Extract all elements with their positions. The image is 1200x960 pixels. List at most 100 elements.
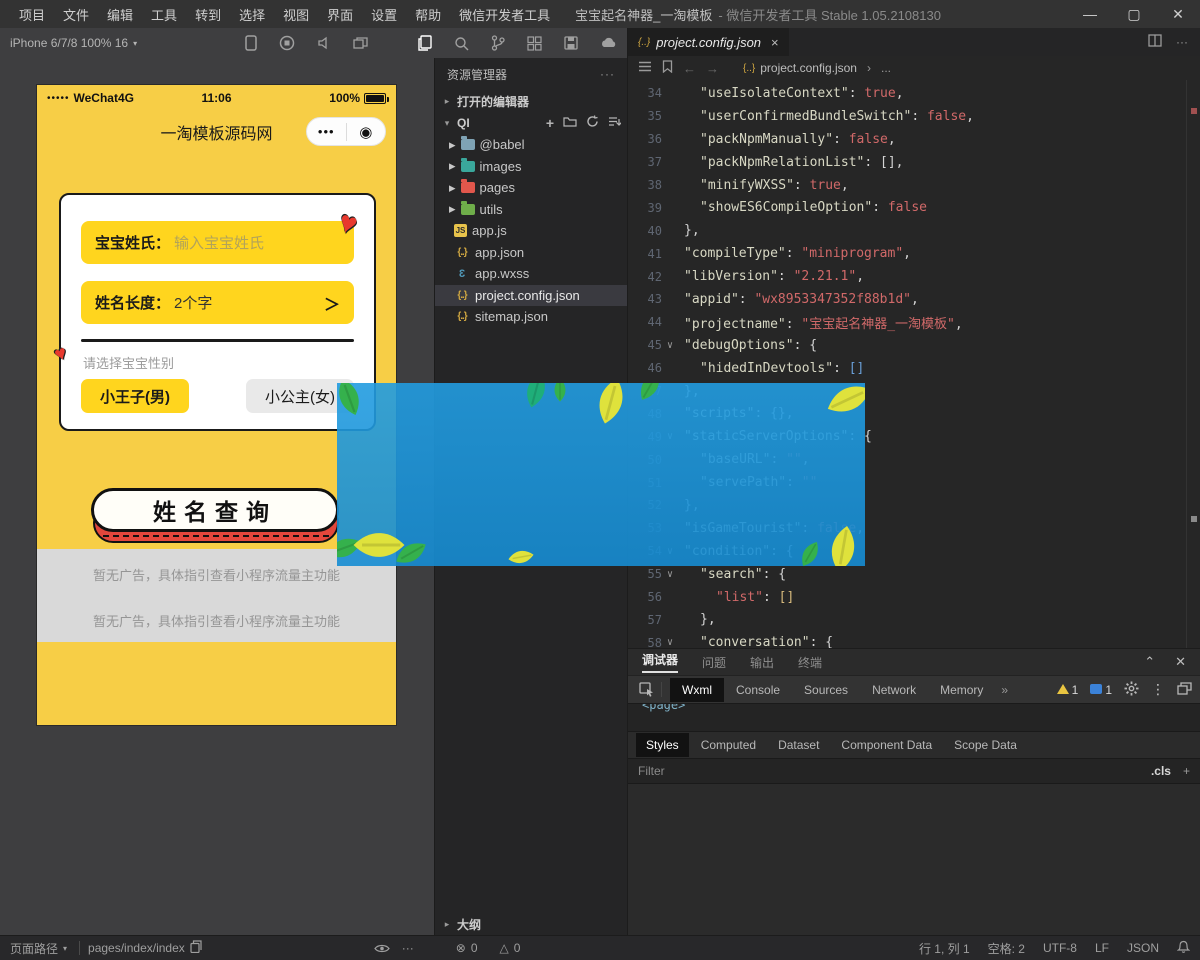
encoding[interactable]: UTF-8 (1043, 941, 1077, 955)
inspect-element-icon[interactable] (636, 682, 662, 697)
save-icon[interactable] (564, 36, 578, 50)
fold-icon[interactable]: ∨ (662, 340, 678, 351)
tree-item-@babel[interactable]: ▸@babel (435, 134, 627, 156)
debugger-tab-终端[interactable]: 终端 (798, 654, 822, 671)
multi-window-icon[interactable] (353, 37, 368, 50)
tree-item-app.json[interactable]: {..}app.json (435, 242, 627, 264)
indent-setting[interactable]: 空格: 2 (988, 940, 1025, 957)
minimize-button[interactable]: — (1068, 0, 1112, 28)
breadcrumb-file[interactable]: {..} project.config.json (743, 61, 857, 75)
devtools-tab-network[interactable]: Network (860, 678, 928, 702)
menu-选择[interactable]: 选择 (230, 5, 274, 24)
menu-项目[interactable]: 项目 (10, 5, 54, 24)
error-count[interactable]: ⊗0 (456, 941, 478, 955)
page-path-selector[interactable]: 页面路径 ▾ (10, 940, 67, 957)
preview-eye-icon[interactable] (374, 943, 390, 954)
tree-item-utils[interactable]: ▸utils (435, 199, 627, 221)
outline-section[interactable]: ▸ 大纲 (435, 913, 627, 935)
code-line-40[interactable]: 40}, (628, 219, 1200, 242)
overview-ruler[interactable] (1186, 80, 1200, 648)
menu-界面[interactable]: 界面 (318, 5, 362, 24)
language-mode[interactable]: JSON (1127, 941, 1159, 955)
cloud-icon[interactable] (600, 37, 617, 49)
close-panel-icon[interactable]: ✕ (1175, 654, 1186, 670)
code-line-37[interactable]: 37"packNpmRelationList": [], (628, 151, 1200, 174)
code-line-34[interactable]: 34"useIsolateContext": true, (628, 82, 1200, 105)
capsule-close-icon[interactable]: ◉ (347, 123, 386, 141)
styles-tab-computed[interactable]: Computed (691, 733, 766, 757)
explorer-toggle-icon[interactable] (418, 35, 432, 51)
fold-icon[interactable]: ∨ (662, 569, 678, 580)
name-length-picker[interactable]: 姓名长度： 2个字 ＞ (81, 281, 354, 324)
tab-close-icon[interactable]: × (771, 35, 779, 50)
debugger-tab-调试器[interactable]: 调试器 (642, 651, 678, 673)
filter-input[interactable]: Filter (638, 764, 665, 778)
warning-count[interactable]: 1 (1057, 683, 1079, 697)
page-path-value[interactable]: pages/index/index (88, 940, 202, 956)
code-line-58[interactable]: 58∨"conversation": { (628, 631, 1200, 648)
menu-转到[interactable]: 转到 (186, 5, 230, 24)
maximize-button[interactable]: ▢ (1112, 0, 1156, 28)
code-line-36[interactable]: 36"packNpmManually": false, (628, 128, 1200, 151)
bookmark-icon[interactable] (662, 60, 673, 76)
devtools-settings-icon[interactable] (1124, 681, 1139, 699)
menu-文件[interactable]: 文件 (54, 5, 98, 24)
breadcrumb-node[interactable]: ... (881, 61, 891, 75)
menu-视图[interactable]: 视图 (274, 5, 318, 24)
menu-编辑[interactable]: 编辑 (98, 5, 142, 24)
cls-toggle-button[interactable]: .cls (1151, 764, 1171, 778)
code-line-55[interactable]: 55∨"search": { (628, 563, 1200, 586)
eol-setting[interactable]: LF (1095, 941, 1109, 955)
wechat-capsule[interactable]: ••• ◉ (306, 117, 386, 146)
menu-帮助[interactable]: 帮助 (406, 5, 450, 24)
code-line-56[interactable]: 56"list": [] (628, 586, 1200, 609)
code-line-57[interactable]: 57}, (628, 608, 1200, 631)
git-branch-icon[interactable] (491, 35, 505, 51)
layout-grid-icon[interactable] (527, 36, 542, 51)
code-line-42[interactable]: 42"libVersion": "2.21.1", (628, 265, 1200, 288)
refresh-icon[interactable] (586, 115, 599, 131)
devtools-tab-wxml[interactable]: Wxml (670, 678, 724, 702)
code-line-41[interactable]: 41"compileType": "miniprogram", (628, 242, 1200, 265)
devtools-kebab-icon[interactable]: ⋮ (1151, 681, 1165, 698)
code-line-43[interactable]: 43"appid": "wx8953347352f88b1d", (628, 288, 1200, 311)
editor-more-icon[interactable]: ··· (1176, 35, 1188, 49)
boy-button[interactable]: 小王子(男) (81, 379, 189, 413)
mute-icon[interactable] (317, 36, 331, 50)
code-line-46[interactable]: 46"hidedInDevtools": [] (628, 357, 1200, 380)
code-line-44[interactable]: 44"projectname": "宝宝起名神器_一淘模板", (628, 311, 1200, 334)
tree-item-app.js[interactable]: JSapp.js (435, 220, 627, 242)
copy-icon[interactable] (190, 940, 202, 956)
devtools-tab-sources[interactable]: Sources (792, 678, 860, 702)
tree-item-sitemap.json[interactable]: {..}sitemap.json (435, 306, 627, 328)
tree-item-project.config.json[interactable]: {..}project.config.json (435, 285, 627, 307)
code-line-35[interactable]: 35"userConfirmedBundleSwitch": false, (628, 105, 1200, 128)
collapse-panel-icon[interactable]: ⌃ (1144, 654, 1155, 670)
message-count[interactable]: 1 (1090, 683, 1112, 697)
cursor-position[interactable]: 行 1, 列 1 (919, 940, 970, 957)
new-folder-icon[interactable] (563, 116, 577, 130)
debugger-tab-问题[interactable]: 问题 (702, 654, 726, 671)
dom-node[interactable]: <page> (642, 703, 685, 712)
project-root-row[interactable]: ▾ QI + (435, 112, 627, 134)
name-query-button[interactable]: 姓名查询 (91, 488, 339, 532)
code-line-45[interactable]: 45∨"debugOptions": { (628, 334, 1200, 357)
devtools-tab-console[interactable]: Console (724, 678, 792, 702)
back-icon[interactable]: ← (683, 61, 696, 76)
device-selector[interactable]: iPhone 6/7/8 100% 16 ▾ (10, 36, 137, 50)
fold-icon[interactable]: ∨ (662, 637, 678, 648)
wxml-element-tree[interactable]: <page> (628, 703, 1200, 731)
debugger-tab-输出[interactable]: 输出 (750, 654, 774, 671)
tree-item-app.wxss[interactable]: 3app.wxss (435, 263, 627, 285)
styles-tab-dataset[interactable]: Dataset (768, 733, 829, 757)
menu-微信开发者工具[interactable]: 微信开发者工具 (450, 5, 559, 24)
capsule-more-icon[interactable]: ••• (307, 124, 346, 139)
split-editor-icon[interactable] (1148, 34, 1162, 50)
tree-item-pages[interactable]: ▸pages (435, 177, 627, 199)
menu-工具[interactable]: 工具 (142, 5, 186, 24)
compile-record-icon[interactable] (279, 35, 295, 51)
outline-list-icon[interactable] (638, 61, 652, 75)
notifications-bell-icon[interactable] (1177, 940, 1190, 957)
code-line-38[interactable]: 38"minifyWXSS": true, (628, 174, 1200, 197)
undock-icon[interactable] (1177, 682, 1192, 698)
